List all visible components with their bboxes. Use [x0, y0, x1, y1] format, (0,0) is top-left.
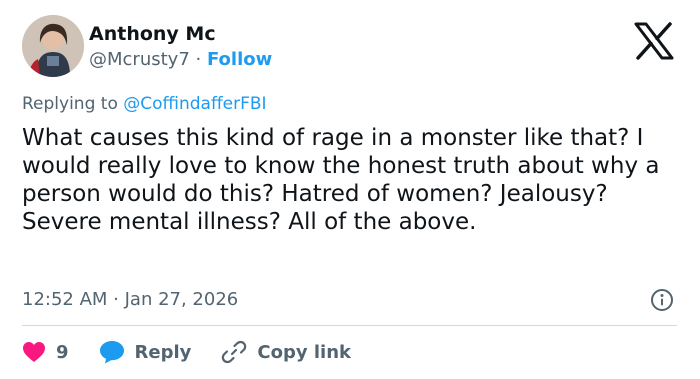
tweet-timestamp[interactable]: 12:52 AM · Jan 27, 2026 — [22, 288, 238, 312]
follow-button[interactable]: Follow — [207, 49, 272, 70]
info-icon[interactable] — [650, 288, 674, 312]
reply-button[interactable]: Reply — [99, 340, 222, 364]
avatar[interactable] — [22, 15, 84, 77]
divider — [22, 325, 677, 326]
x-logo-icon[interactable] — [633, 22, 675, 60]
action-bar: 9 Reply Copy link — [22, 338, 351, 366]
copy-link-label: Copy link — [257, 341, 351, 363]
speech-bubble-icon — [99, 341, 124, 364]
reply-label: Reply — [134, 341, 192, 363]
author-handle[interactable]: @Mcrusty7 — [89, 49, 190, 70]
link-icon — [222, 340, 247, 364]
reply-mention-link[interactable]: @CoffindafferFBI — [123, 94, 266, 114]
author-name[interactable]: Anthony Mc — [89, 22, 216, 46]
reply-prefix: Replying to — [22, 94, 124, 114]
author-handle-row: @Mcrusty7 · Follow — [89, 48, 272, 72]
like-button[interactable]: 9 — [22, 341, 99, 363]
avatar-image — [22, 15, 84, 77]
reply-context: Replying to @CoffindafferFBI — [22, 92, 267, 116]
handle-separator: · — [195, 49, 202, 70]
heart-icon — [23, 342, 45, 362]
copy-link-button[interactable]: Copy link — [221, 340, 351, 364]
like-count: 9 — [56, 341, 69, 363]
tweet-text: What causes this kind of rage in a monst… — [22, 125, 660, 235]
